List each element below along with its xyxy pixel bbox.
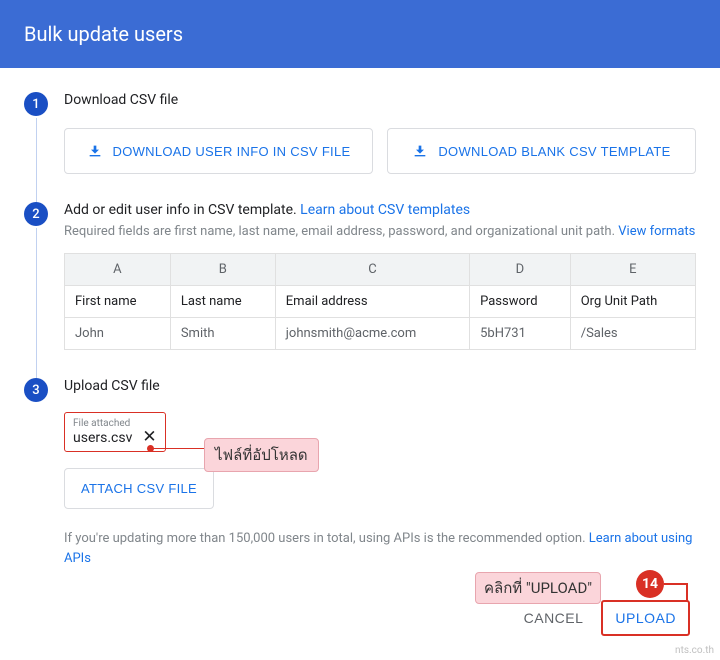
- field-name: First name: [65, 286, 171, 318]
- remove-file-icon[interactable]: ✕: [142, 429, 156, 446]
- cell: johnsmith@acme.com: [275, 318, 469, 350]
- step-1: 1 Download CSV file DOWNLOAD USER INFO I…: [24, 92, 696, 202]
- col-letter: A: [65, 254, 171, 286]
- button-label: ATTACH CSV FILE: [81, 481, 197, 496]
- chip-filename: users.csv: [73, 430, 132, 446]
- cancel-button[interactable]: CANCEL: [524, 610, 584, 626]
- col-letter: E: [570, 254, 695, 286]
- col-letter: C: [275, 254, 469, 286]
- col-letter: B: [170, 254, 275, 286]
- csv-sample-table: A B C D E First name Last name Email add…: [64, 253, 696, 350]
- view-formats-link[interactable]: View formats: [618, 224, 695, 239]
- field-name: Last name: [170, 286, 275, 318]
- table-column-row: A B C D E: [65, 254, 696, 286]
- download-icon: [87, 143, 103, 159]
- cell: 5bH731: [470, 318, 571, 350]
- learn-csv-templates-link[interactable]: Learn about CSV templates: [300, 202, 470, 218]
- step-2-subtitle: Required fields are first name, last nam…: [64, 224, 696, 239]
- attach-csv-button[interactable]: ATTACH CSV FILE: [64, 468, 214, 509]
- col-letter: D: [470, 254, 571, 286]
- annotation-step-badge: 14: [636, 570, 664, 598]
- step-number: 2: [24, 202, 48, 226]
- cell: /Sales: [570, 318, 695, 350]
- cell: John: [65, 318, 171, 350]
- button-label: DOWNLOAD USER INFO IN CSV FILE: [113, 144, 351, 159]
- step-1-title: Download CSV file: [64, 92, 696, 108]
- dialog-header: Bulk update users: [0, 0, 720, 68]
- watermark: nts.co.th: [675, 645, 714, 656]
- button-label: DOWNLOAD BLANK CSV TEMPLATE: [438, 144, 670, 159]
- step-connector: [36, 228, 37, 390]
- annotation-line: [150, 448, 204, 449]
- upload-button[interactable]: UPLOAD: [601, 600, 690, 636]
- step-3: 3 Upload CSV file File attached users.cs…: [24, 378, 696, 596]
- dialog-content: 1 Download CSV file DOWNLOAD USER INFO I…: [0, 68, 720, 596]
- annotation-callout-file: ไฟล์ที่อัปโหลด: [204, 438, 319, 472]
- table-field-row: First name Last name Email address Passw…: [65, 286, 696, 318]
- field-name: Password: [470, 286, 571, 318]
- step-connector: [36, 118, 37, 214]
- step-3-title: Upload CSV file: [64, 378, 696, 394]
- field-name: Email address: [275, 286, 469, 318]
- download-user-info-button[interactable]: DOWNLOAD USER INFO IN CSV FILE: [64, 128, 373, 174]
- field-name: Org Unit Path: [570, 286, 695, 318]
- cell: Smith: [170, 318, 275, 350]
- download-blank-template-button[interactable]: DOWNLOAD BLANK CSV TEMPLATE: [387, 128, 696, 174]
- download-icon: [412, 143, 428, 159]
- dialog-title: Bulk update users: [24, 22, 183, 46]
- step-number: 1: [24, 92, 48, 116]
- dialog-footer: CANCEL UPLOAD: [524, 600, 690, 636]
- table-row: John Smith johnsmith@acme.com 5bH731 /Sa…: [65, 318, 696, 350]
- annotation-line: [664, 583, 688, 585]
- step-2: 2 Add or edit user info in CSV template.…: [24, 202, 696, 378]
- help-text: If you're updating more than 150,000 use…: [64, 529, 696, 568]
- step-number: 3: [24, 378, 48, 402]
- step-2-title: Add or edit user info in CSV template. L…: [64, 202, 696, 218]
